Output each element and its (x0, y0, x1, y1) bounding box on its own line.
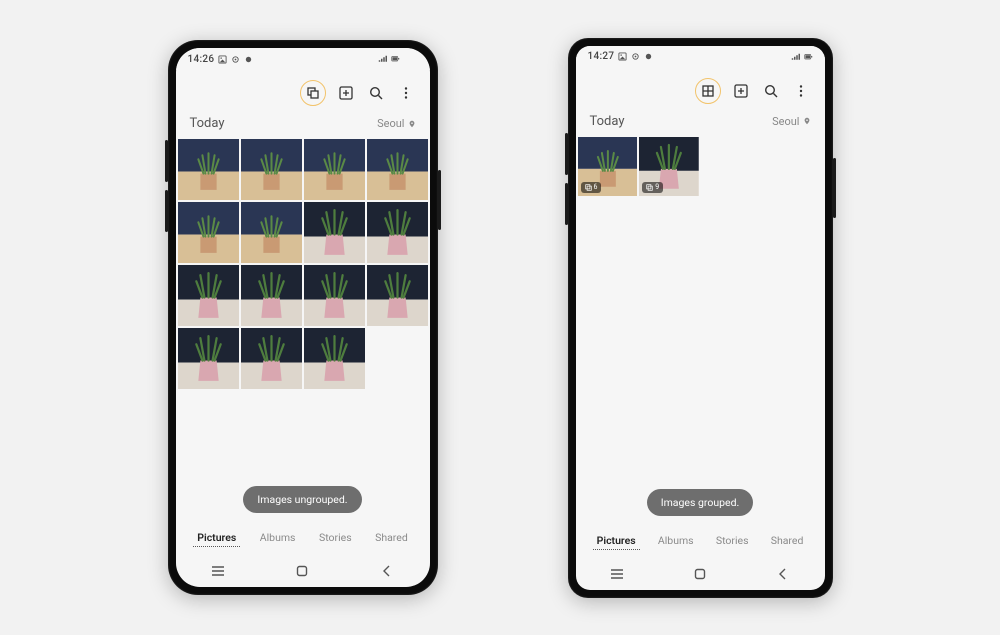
tab-stories[interactable]: Stories (712, 532, 753, 550)
photo-thumbnail[interactable] (304, 139, 365, 200)
tab-albums[interactable]: Albums (654, 532, 698, 550)
toast-message: Images ungrouped. (243, 486, 361, 513)
photo-thumbnail[interactable] (241, 328, 302, 389)
section-header: Today Seoul (576, 110, 825, 137)
clock: 14:27 (588, 51, 615, 62)
status-bar: 14:26 (176, 48, 430, 70)
photo-grid (176, 139, 430, 389)
photo-thumbnail[interactable] (241, 139, 302, 200)
photo-thumbnail[interactable] (304, 202, 365, 263)
gallery-screen: 14:26 (176, 48, 430, 587)
section-title: Today (590, 114, 625, 129)
settings-indicator-icon (631, 52, 640, 61)
gallery-screen: 14:27 (576, 46, 825, 590)
back-button[interactable] (378, 562, 396, 580)
home-button[interactable] (293, 562, 311, 580)
photo-thumbnail[interactable] (178, 202, 239, 263)
bottom-tabs: Pictures Albums Stories Shared (576, 526, 825, 558)
tab-stories[interactable]: Stories (315, 529, 356, 547)
recents-button[interactable] (608, 565, 626, 583)
group-toggle-button[interactable] (300, 80, 326, 106)
phone-mockup-right: 14:27 (568, 38, 833, 598)
toast-message: Images grouped. (647, 489, 754, 516)
navigation-bar (576, 558, 825, 590)
notification-dot-icon (244, 55, 253, 64)
photo-thumbnail[interactable] (367, 139, 428, 200)
photo-thumbnail[interactable] (304, 328, 365, 389)
group-toggle-button[interactable] (695, 78, 721, 104)
burst-count-badge: 9 (642, 182, 663, 193)
tab-albums[interactable]: Albums (256, 529, 300, 547)
create-button[interactable] (731, 81, 751, 101)
photo-thumbnail[interactable]: 9 (639, 137, 699, 197)
recents-button[interactable] (209, 562, 227, 580)
location-label[interactable]: Seoul (772, 115, 810, 128)
image-indicator-icon (618, 52, 627, 61)
tab-pictures[interactable]: Pictures (593, 532, 640, 550)
home-button[interactable] (691, 565, 709, 583)
search-button[interactable] (366, 83, 386, 103)
notification-dot-icon (644, 52, 653, 61)
phone-mockup-left: 14:26 (168, 40, 438, 595)
search-button[interactable] (761, 81, 781, 101)
action-bar (176, 70, 430, 112)
settings-indicator-icon (231, 55, 240, 64)
more-button[interactable] (791, 81, 811, 101)
photo-thumbnail[interactable] (241, 202, 302, 263)
photo-grid: 6 9 (576, 137, 825, 197)
location-pin-icon (803, 117, 811, 125)
photo-thumbnail[interactable]: 6 (578, 137, 638, 197)
more-button[interactable] (396, 83, 416, 103)
bottom-tabs: Pictures Albums Stories Shared (176, 523, 430, 555)
section-header: Today Seoul (176, 112, 430, 139)
photo-thumbnail[interactable] (178, 139, 239, 200)
battery-icon (391, 55, 400, 64)
photo-thumbnail[interactable] (304, 265, 365, 326)
burst-count-badge: 6 (581, 182, 602, 193)
back-button[interactable] (774, 565, 792, 583)
navigation-bar (176, 555, 430, 587)
clock: 14:26 (188, 54, 215, 65)
battery-icon (804, 52, 813, 61)
create-button[interactable] (336, 83, 356, 103)
status-bar: 14:27 (576, 46, 825, 68)
tab-shared[interactable]: Shared (371, 529, 412, 547)
image-indicator-icon (218, 55, 227, 64)
photo-thumbnail[interactable] (367, 265, 428, 326)
signal-icon (378, 55, 387, 64)
photo-thumbnail[interactable] (178, 265, 239, 326)
photo-thumbnail[interactable] (241, 265, 302, 326)
photo-thumbnail[interactable] (178, 328, 239, 389)
section-title: Today (190, 116, 225, 131)
signal-icon (791, 52, 800, 61)
tab-pictures[interactable]: Pictures (193, 529, 240, 547)
location-label[interactable]: Seoul (377, 117, 415, 130)
action-bar (576, 68, 825, 110)
tab-shared[interactable]: Shared (767, 532, 808, 550)
photo-thumbnail[interactable] (367, 202, 428, 263)
location-pin-icon (408, 120, 416, 128)
